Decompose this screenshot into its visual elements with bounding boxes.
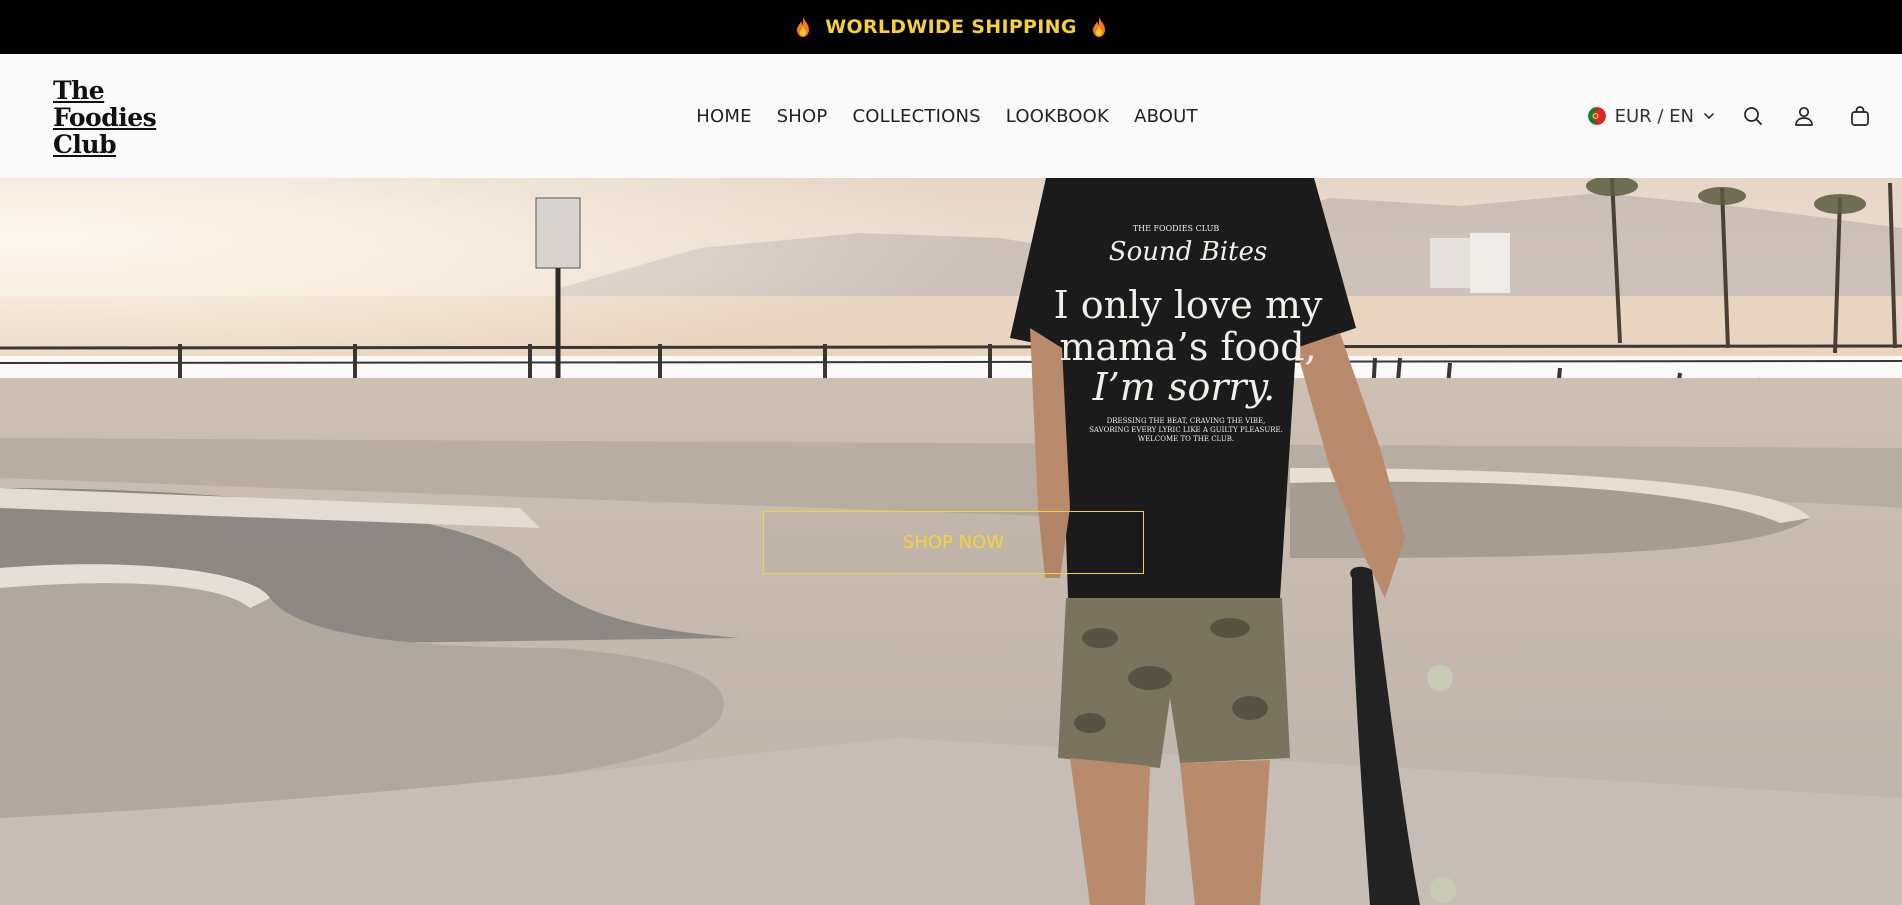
nav-shop[interactable]: SHOP bbox=[777, 106, 828, 127]
hero-banner: THE FOODIES CLUB Sound Bites I only love… bbox=[0, 178, 1902, 905]
shirt-small-2: SAVORING EVERY LYRIC LIKE A GUILTY PLEAS… bbox=[1089, 426, 1283, 434]
fire-icon bbox=[797, 17, 810, 37]
nav-lookbook[interactable]: LOOKBOOK bbox=[1006, 106, 1109, 127]
announcement-text: WORLDWIDE SHIPPING bbox=[825, 16, 1077, 38]
nav-collections[interactable]: COLLECTIONS bbox=[852, 106, 980, 127]
shirt-line-3: I’m sorry. bbox=[1092, 365, 1275, 409]
locale-label: EUR / EN bbox=[1614, 105, 1694, 127]
announcement-bar: WORLDWIDE SHIPPING bbox=[0, 0, 1902, 54]
shirt-small-1: DRESSING THE BEAT, CRAVING THE VIBE, bbox=[1107, 417, 1266, 425]
shirt-line-1: I only love my bbox=[1054, 283, 1323, 327]
portugal-flag-icon bbox=[1587, 107, 1606, 125]
header-tools: EUR / EN bbox=[1587, 54, 1872, 178]
shopping-bag-icon[interactable] bbox=[1848, 104, 1872, 128]
fire-icon bbox=[1092, 17, 1105, 37]
chevron-down-icon bbox=[1704, 113, 1714, 120]
shirt-brand-text: THE FOODIES CLUB bbox=[1133, 224, 1220, 233]
shirt-small-3: WELCOME TO THE CLUB. bbox=[1138, 435, 1234, 443]
shirt-script-text: Sound Bites bbox=[1109, 237, 1267, 267]
site-header: The Foodies Club HOME SHOP COLLECTIONS L… bbox=[0, 54, 1902, 178]
user-icon[interactable] bbox=[1792, 104, 1816, 128]
nav-about[interactable]: ABOUT bbox=[1134, 106, 1198, 127]
shirt-line-2: mama’s food, bbox=[1059, 325, 1316, 369]
shop-now-button[interactable]: SHOP NOW bbox=[763, 511, 1144, 574]
search-icon[interactable] bbox=[1741, 104, 1765, 128]
currency-language-selector[interactable]: EUR / EN bbox=[1587, 105, 1715, 127]
nav-home[interactable]: HOME bbox=[696, 106, 751, 127]
